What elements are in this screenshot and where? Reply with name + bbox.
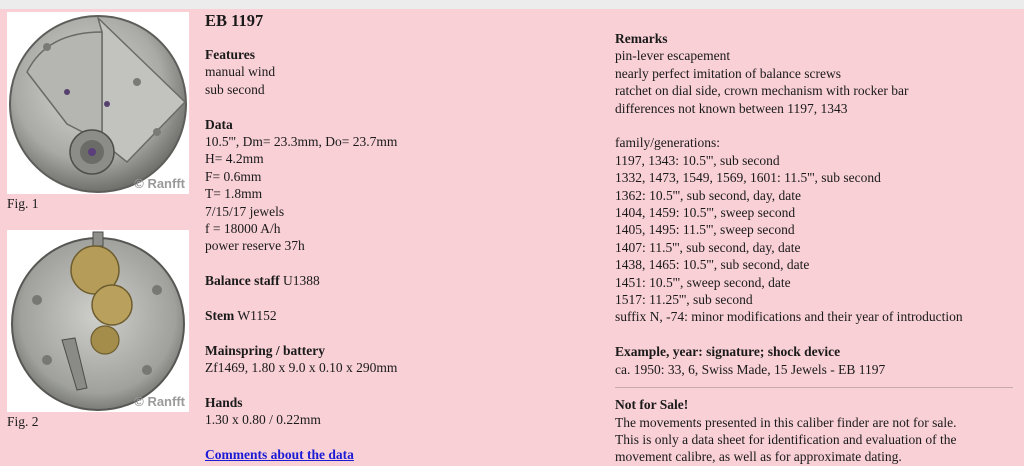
mainspring-value: Zf1469, 1.80 x 9.0 x 0.10 x 290mm — [205, 360, 398, 376]
balance-staff-value: U1388 — [279, 273, 320, 289]
watermark: © Ranfft — [134, 176, 185, 191]
family-line: 1407: 11.5''', sub second, day, date — [615, 239, 801, 255]
data-item: F= 0.6mm — [205, 168, 262, 184]
data-item: T= 1.8mm — [205, 186, 263, 202]
figure-caption: Fig. 2 — [7, 414, 39, 429]
figure-2: © Ranfft Fig. 2 — [7, 230, 189, 430]
family-line: 1517: 11.25''', sub second — [615, 292, 753, 308]
example-value: ca. 1950: 33, 6, Swiss Made, 15 Jewels -… — [615, 361, 886, 377]
not-for-sale-line: movement calibre, as well as for approxi… — [615, 449, 902, 465]
family-line: 1362: 10.5''', sub second, day, date — [615, 187, 802, 203]
movement-photo-1[interactable]: © Ranfft — [7, 12, 189, 194]
family-line: 1438, 1465: 10.5''', sub second, date — [615, 257, 810, 273]
mainspring-heading: Mainspring / battery — [205, 342, 325, 358]
example-heading: Example, year: signature; shock device — [615, 344, 841, 360]
watermark: © Ranfft — [134, 394, 185, 409]
data-item: power reserve 37h — [205, 238, 305, 254]
stem-value: W1152 — [234, 308, 277, 324]
hands-heading: Hands — [205, 395, 243, 411]
data-item: 7/15/17 jewels — [205, 203, 285, 219]
remark-line: pin-lever escapement — [615, 48, 731, 64]
stem-label: Stem — [205, 308, 235, 324]
family-line: 1451: 10.5''', sweep second, date — [615, 274, 791, 290]
feature-item: manual wind — [205, 64, 276, 80]
family-line: 1404, 1459: 10.5''', sweep second — [615, 205, 796, 221]
comments-link[interactable]: Comments about the data — [205, 447, 354, 462]
stem-row: Stem W1152 — [205, 307, 605, 324]
family-heading: family/generations: — [615, 135, 720, 151]
top-strip — [0, 0, 1024, 9]
data-item: 10.5''', Dm= 23.3mm, Do= 23.7mm — [205, 134, 398, 150]
balance-staff-label: Balance staff — [205, 273, 280, 289]
not-for-sale-line: This is only a data sheet for identifica… — [615, 431, 957, 447]
not-for-sale-line: The movements presented in this caliber … — [615, 414, 957, 430]
remark-line: nearly perfect imitation of balance scre… — [615, 65, 842, 81]
not-for-sale-heading: Not for Sale! — [615, 397, 689, 413]
figures-column: © Ranfft Fig. 1 © Ranfft Fig. 2 — [0, 9, 198, 463]
figure-caption: Fig. 1 — [7, 196, 39, 211]
movement-photo-2[interactable]: © Ranfft — [7, 230, 189, 412]
figure-1: © Ranfft Fig. 1 — [7, 12, 189, 212]
family-line: suffix N, -74: minor modifications and t… — [615, 309, 963, 325]
remarks-heading: Remarks — [615, 31, 668, 46]
feature-item: sub second — [205, 81, 265, 97]
family-line: 1332, 1473, 1549, 1569, 1601: 11.5''', s… — [615, 170, 881, 186]
family-line: 1197, 1343: 10.5''', sub second — [615, 152, 780, 168]
data-item: H= 4.2mm — [205, 151, 264, 167]
family-line: 1405, 1495: 11.5''', sweep second — [615, 222, 795, 238]
balance-staff-row: Balance staff U1388 — [205, 272, 605, 289]
movement-dial-side-image — [11, 231, 185, 411]
divider — [615, 387, 1013, 389]
caliber-data-column: EB 1197 Features manual wind sub second … — [198, 9, 609, 463]
caliber-title: EB 1197 — [205, 11, 264, 30]
remarks-column: Remarks pin-lever escapement nearly perf… — [609, 9, 1024, 465]
data-item: f = 18000 A/h — [205, 221, 281, 237]
hands-value: 1.30 x 0.80 / 0.22mm — [205, 412, 321, 428]
features-heading: Features — [205, 47, 255, 62]
remark-line: ratchet on dial side, crown mechanism wi… — [615, 83, 909, 99]
movement-front-image — [9, 15, 187, 193]
remark-line: differences not known between 1197, 1343 — [615, 100, 848, 116]
data-heading: Data — [205, 116, 233, 132]
